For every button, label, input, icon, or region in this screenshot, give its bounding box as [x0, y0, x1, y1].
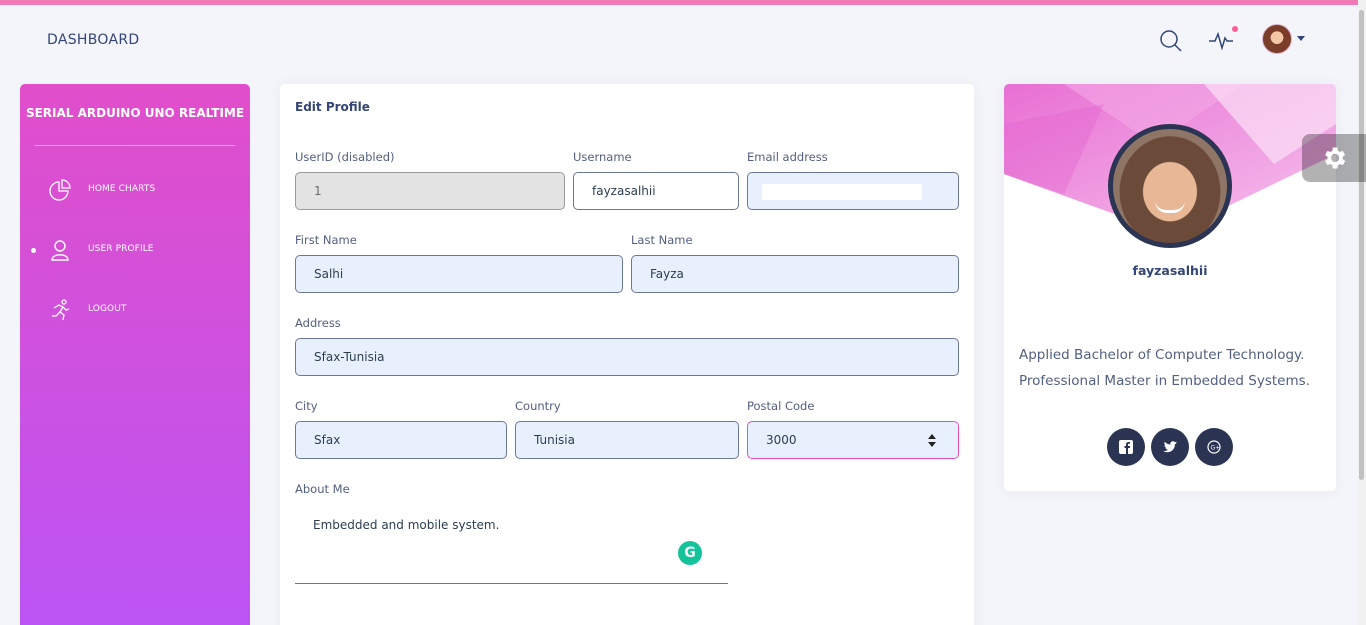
description-line-2: Professional Master in Embedded Systems. [1019, 373, 1310, 389]
last-name-label: Last Name [631, 233, 693, 247]
user-avatar-small[interactable] [1262, 24, 1292, 54]
sidebar-item-user-profile[interactable]: USER PROFILE [20, 238, 250, 268]
redacted-subtitle [1064, 289, 1154, 293]
notification-dot [1232, 26, 1238, 32]
about-me-textarea[interactable]: Embedded and mobile system. [295, 508, 728, 584]
sidebar-divider [35, 145, 235, 146]
sidebar-item-home-charts[interactable]: HOME CHARTS [20, 178, 250, 208]
about-me-label: About Me [295, 482, 350, 496]
navbar-actions [1156, 24, 1316, 56]
spinner-up-icon[interactable] [928, 434, 936, 439]
country-label: Country [515, 399, 561, 413]
sidebar-item-logout[interactable]: LOGOUT [20, 298, 250, 328]
sidebar-item-label: HOME CHARTS [88, 184, 156, 194]
userid-field: 1 [295, 172, 565, 210]
city-label: City [295, 399, 318, 413]
twitter-button[interactable] [1151, 428, 1189, 466]
postal-code-field[interactable]: 3000 [747, 421, 959, 459]
active-indicator [31, 248, 36, 253]
facebook-button[interactable] [1107, 428, 1145, 466]
gear-icon[interactable] [1320, 144, 1348, 172]
facebook-icon [1119, 440, 1133, 454]
country-field[interactable]: Tunisia [515, 421, 739, 459]
chevron-down-icon[interactable] [1297, 36, 1305, 41]
svg-text:G+: G+ [1211, 445, 1221, 452]
user-avatar [1108, 124, 1232, 248]
twitter-icon [1163, 441, 1177, 453]
top-accent-bar [0, 0, 1366, 5]
search-icon[interactable] [1156, 26, 1186, 56]
last-name-field[interactable]: Fayza [631, 255, 959, 293]
profile-name: fayzasalhii [1132, 263, 1208, 278]
sidebar-item-label: USER PROFILE [88, 244, 154, 254]
redacted-email [762, 184, 922, 200]
address-field[interactable]: Sfax-Tunisia [295, 338, 959, 376]
sidebar-item-label: LOGOUT [88, 304, 127, 314]
email-label: Email address [747, 150, 828, 164]
email-field[interactable] [747, 172, 959, 210]
google-button[interactable]: G+ [1195, 428, 1233, 466]
user-icon [51, 240, 69, 261]
running-person-icon [52, 299, 70, 321]
postal-code-label: Postal Code [747, 399, 815, 413]
spinner-down-icon[interactable] [928, 442, 936, 447]
navbar-brand[interactable]: DASHBOARD [47, 32, 139, 48]
edit-profile-card: Edit Profile UserID (disabled) 1 Usernam… [280, 84, 974, 625]
first-name-label: First Name [295, 233, 357, 247]
sidebar: SERIAL ARDUINO UNO REALTIME HOME CHARTS … [20, 84, 250, 625]
google-plus-icon: G+ [1207, 440, 1221, 454]
city-field[interactable]: Sfax [295, 421, 507, 459]
postal-code-value: 3000 [766, 433, 797, 447]
user-card: fayzasalhii Applied Bachelor of Computer… [1004, 84, 1336, 491]
username-field[interactable]: fayzasalhii [573, 172, 739, 210]
card-title: Edit Profile [295, 100, 370, 114]
page-scrollbar[interactable] [1358, 0, 1366, 625]
profile-description: Applied Bachelor of Computer Technology.… [1019, 342, 1329, 394]
avatar-smile [1155, 201, 1185, 213]
grammarly-icon[interactable]: G [678, 541, 702, 565]
settings-plugin[interactable] [1302, 134, 1366, 182]
first-name-field[interactable]: Salhi [295, 255, 623, 293]
description-line-1: Applied Bachelor of Computer Technology. [1019, 347, 1305, 363]
userid-label: UserID (disabled) [295, 150, 395, 164]
address-label: Address [295, 316, 341, 330]
number-spinner[interactable] [928, 434, 936, 448]
scrollbar-thumb[interactable] [1359, 10, 1364, 480]
username-label: Username [573, 150, 632, 164]
sidebar-title[interactable]: SERIAL ARDUINO UNO REALTIME [20, 106, 250, 120]
pie-chart-icon [49, 179, 71, 201]
